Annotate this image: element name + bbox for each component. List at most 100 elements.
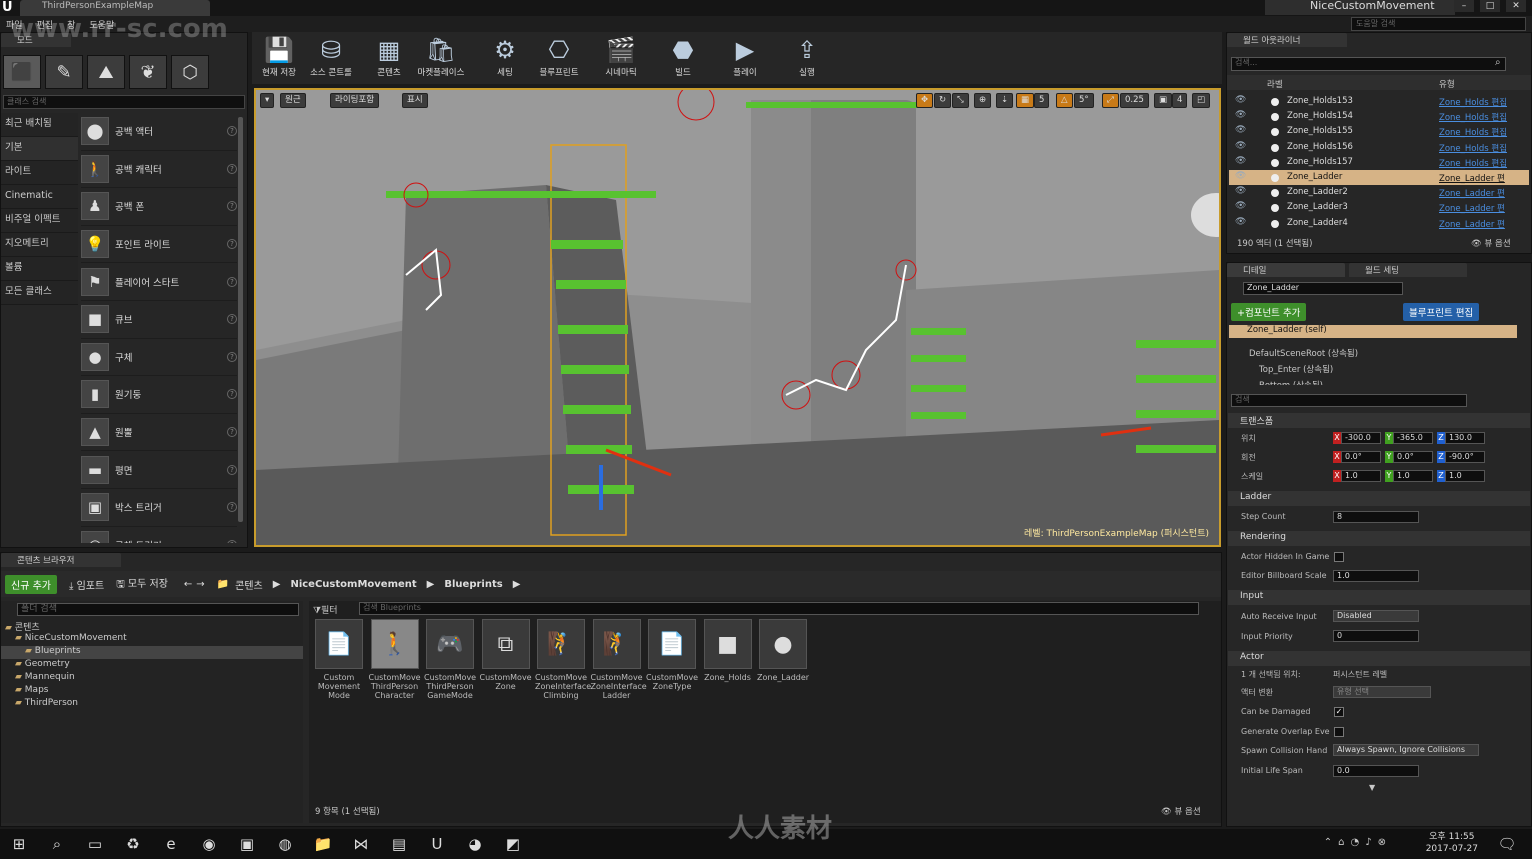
rotation-y-field[interactable]: 0.0° <box>1393 451 1433 463</box>
toolbar-button[interactable]: 🎬 시네마틱 <box>596 34 646 82</box>
component-bottom[interactable]: Bottom (상속됨) <box>1259 379 1323 385</box>
toolbar-button[interactable]: ▶ 플레이 <box>720 34 770 82</box>
category-item[interactable]: 기본 <box>1 137 78 161</box>
rotation-snap-icon[interactable]: △ <box>1056 93 1073 108</box>
globe-icon[interactable]: ◍ <box>266 829 304 859</box>
translate-tool-icon[interactable]: ✥ <box>916 93 934 108</box>
app-icon[interactable]: ◩ <box>494 829 532 859</box>
geometry-mode-icon[interactable]: ⬡ <box>171 55 209 89</box>
scale-x-field[interactable]: 1.0 <box>1341 470 1381 482</box>
camera-speed-value[interactable]: 4 <box>1172 93 1188 108</box>
asset-tile[interactable]: 🧗 CustomMove ZoneInterface Climbing <box>535 619 591 700</box>
actor-type-link[interactable]: Zone_Ladder 편 <box>1439 202 1505 214</box>
start-icon[interactable]: ⊞ <box>0 829 38 859</box>
asset-tile[interactable]: 🧗 CustomMove ZoneInterface Ladder <box>591 619 647 700</box>
asset-tile[interactable]: 📄 CustomMove ZoneType <box>646 619 698 691</box>
asset-tile[interactable]: 🚶 CustomMove ThirdPerson Character <box>369 619 421 700</box>
actor-type-link[interactable]: Zone_Holds 편집 <box>1439 142 1507 154</box>
section-rendering[interactable]: Rendering <box>1228 531 1530 546</box>
toolbar-button[interactable]: ▦ 콘텐츠 <box>364 34 414 82</box>
actor-type-link[interactable]: Zone_Ladder 편 <box>1439 172 1505 184</box>
toolbar-button[interactable]: ⎔ 블루프린트 <box>534 34 584 82</box>
filter-button[interactable]: ⧩필터 <box>313 603 338 616</box>
placeable-item[interactable]: ◎ 구체 트리거? <box>81 527 237 543</box>
scale-z-field[interactable]: 1.0 <box>1445 470 1485 482</box>
visibility-eye-icon[interactable]: 👁 <box>1235 156 1246 166</box>
help-icon[interactable]: ? <box>227 126 237 137</box>
modes-scrollbar[interactable] <box>238 117 243 522</box>
location-z-field[interactable]: 130.0 <box>1445 432 1485 444</box>
folder-tree-item[interactable]: ▰ Blueprints <box>1 646 303 659</box>
visibility-eye-icon[interactable]: 👁 <box>1235 95 1246 105</box>
forward-arrow-icon[interactable]: → <box>196 579 204 590</box>
convert-actor-dropdown[interactable]: 유형 선택 <box>1333 686 1431 698</box>
rotate-tool-icon[interactable]: ↻ <box>934 93 952 108</box>
folder-tree-item[interactable]: ▰ Mannequin <box>1 672 303 685</box>
visual-studio-icon[interactable]: ⋈ <box>342 829 380 859</box>
asset-tile[interactable]: 🎮 CustomMove ThirdPerson GameMode <box>424 619 476 700</box>
component-top-enter[interactable]: Top_Enter (상속됨) <box>1259 363 1333 375</box>
level-viewport[interactable]: ▾ 원근 라이팅포함 표시 ✥ ↻ ⤡ ⊕ ⇣ ▦ 5 △ 5° ⤢ 0.25 … <box>254 88 1221 547</box>
spawn-collision-dropdown[interactable]: Always Spawn, Ignore Collisions <box>1333 744 1479 756</box>
placeable-item[interactable]: ● 구체? <box>81 339 237 377</box>
outliner-row[interactable]: 👁 Zone_Holds155 Zone_Holds 편집 <box>1229 124 1529 139</box>
help-search-input[interactable]: 도움말 검색 <box>1351 17 1526 31</box>
section-ladder[interactable]: Ladder <box>1228 491 1530 506</box>
folder-tree-item[interactable]: ▰ ThirdPerson <box>1 698 303 711</box>
placeable-item[interactable]: ■ 큐브? <box>81 301 237 339</box>
actor-type-link[interactable]: Zone_Holds 편집 <box>1439 96 1507 108</box>
world-local-icon[interactable]: ⊕ <box>974 93 992 108</box>
visibility-eye-icon[interactable]: 👁 <box>1235 125 1246 135</box>
step-count-field[interactable]: 8 <box>1333 511 1419 523</box>
overlap-checkbox[interactable] <box>1334 727 1344 737</box>
help-icon[interactable]: ? <box>227 502 237 513</box>
placeable-item[interactable]: ▲ 원뿔? <box>81 414 237 452</box>
outliner-row[interactable]: 👁 Zone_Ladder2 Zone_Ladder 편 <box>1229 185 1529 200</box>
actor-hidden-checkbox[interactable] <box>1334 552 1344 562</box>
unreal-editor-icon[interactable]: U <box>418 829 456 859</box>
visibility-eye-icon[interactable]: 👁 <box>1235 201 1246 211</box>
menu-help[interactable]: 도움말 <box>89 18 114 31</box>
toolbar-button[interactable]: ⬣ 빌드 <box>658 34 708 82</box>
task-view-icon[interactable]: ▭ <box>76 829 114 859</box>
grid-snap-value[interactable]: 5 <box>1034 93 1050 108</box>
placeable-item[interactable]: 💡 포인트 라이트? <box>81 226 237 264</box>
app-icon[interactable]: ◕ <box>456 829 494 859</box>
section-input[interactable]: Input <box>1228 590 1530 605</box>
location-y-field[interactable]: -365.0 <box>1393 432 1433 444</box>
rotation-label[interactable]: 회전 <box>1241 452 1256 463</box>
asset-tile[interactable]: 📄 Custom Movement Mode <box>313 619 365 700</box>
location-x-field[interactable]: -300.0 <box>1341 432 1381 444</box>
actor-type-link[interactable]: Zone_Ladder 편 <box>1439 218 1505 230</box>
rotation-x-field[interactable]: 0.0° <box>1341 451 1381 463</box>
billboard-scale-field[interactable]: 1.0 <box>1333 570 1419 582</box>
file-explorer-icon[interactable]: 📁 <box>304 829 342 859</box>
chrome-icon[interactable]: ◉ <box>190 829 228 859</box>
placeable-item[interactable]: 🚶 공백 캐릭터? <box>81 151 237 189</box>
system-tray-icons[interactable]: ⌃⌂◔♪⊗ <box>1324 837 1392 848</box>
world-settings-tab[interactable]: 월드 세팅 <box>1349 263 1467 277</box>
folder-tree-item[interactable]: ▰ 콘텐츠 <box>1 620 303 633</box>
modes-tab[interactable]: 모드 <box>1 33 71 47</box>
folder-tree-item[interactable]: ▰ Geometry <box>1 659 303 672</box>
minimize-button[interactable]: – <box>1454 0 1474 12</box>
landscape-mode-icon[interactable]: ⛰ <box>87 55 125 89</box>
add-component-button[interactable]: +컴포넌트 추가 <box>1231 303 1307 321</box>
outliner-row[interactable]: 👁 Zone_Ladder3 Zone_Ladder 편 <box>1229 200 1529 215</box>
help-icon[interactable]: ? <box>227 539 237 543</box>
help-icon[interactable]: ? <box>227 351 237 362</box>
outliner-search-input[interactable]: 검색... <box>1231 57 1506 71</box>
breadcrumb-project[interactable]: NiceCustomMovement <box>290 579 416 590</box>
toolbar-button[interactable]: ⛁ 소스 콘트롤 <box>306 34 356 82</box>
class-search-input[interactable]: 클래스 검색 <box>3 95 245 109</box>
add-new-button[interactable]: 신규 추가 <box>5 574 57 594</box>
category-item[interactable]: 볼륨 <box>1 257 78 281</box>
maximize-viewport-icon[interactable]: ◰ <box>1192 93 1211 108</box>
section-transform[interactable]: 트랜스폼 <box>1228 413 1530 428</box>
actor-type-link[interactable]: Zone_Holds 편집 <box>1439 157 1507 169</box>
expand-advanced-icon[interactable]: ▼ <box>1369 783 1375 792</box>
outliner-row[interactable]: 👁 Zone_Holds153 Zone_Holds 편집 <box>1229 94 1529 109</box>
notifications-icon[interactable]: 🗨 <box>1488 829 1526 859</box>
actor-type-link[interactable]: Zone_Ladder 편 <box>1439 187 1505 199</box>
help-icon[interactable]: ? <box>227 389 237 400</box>
